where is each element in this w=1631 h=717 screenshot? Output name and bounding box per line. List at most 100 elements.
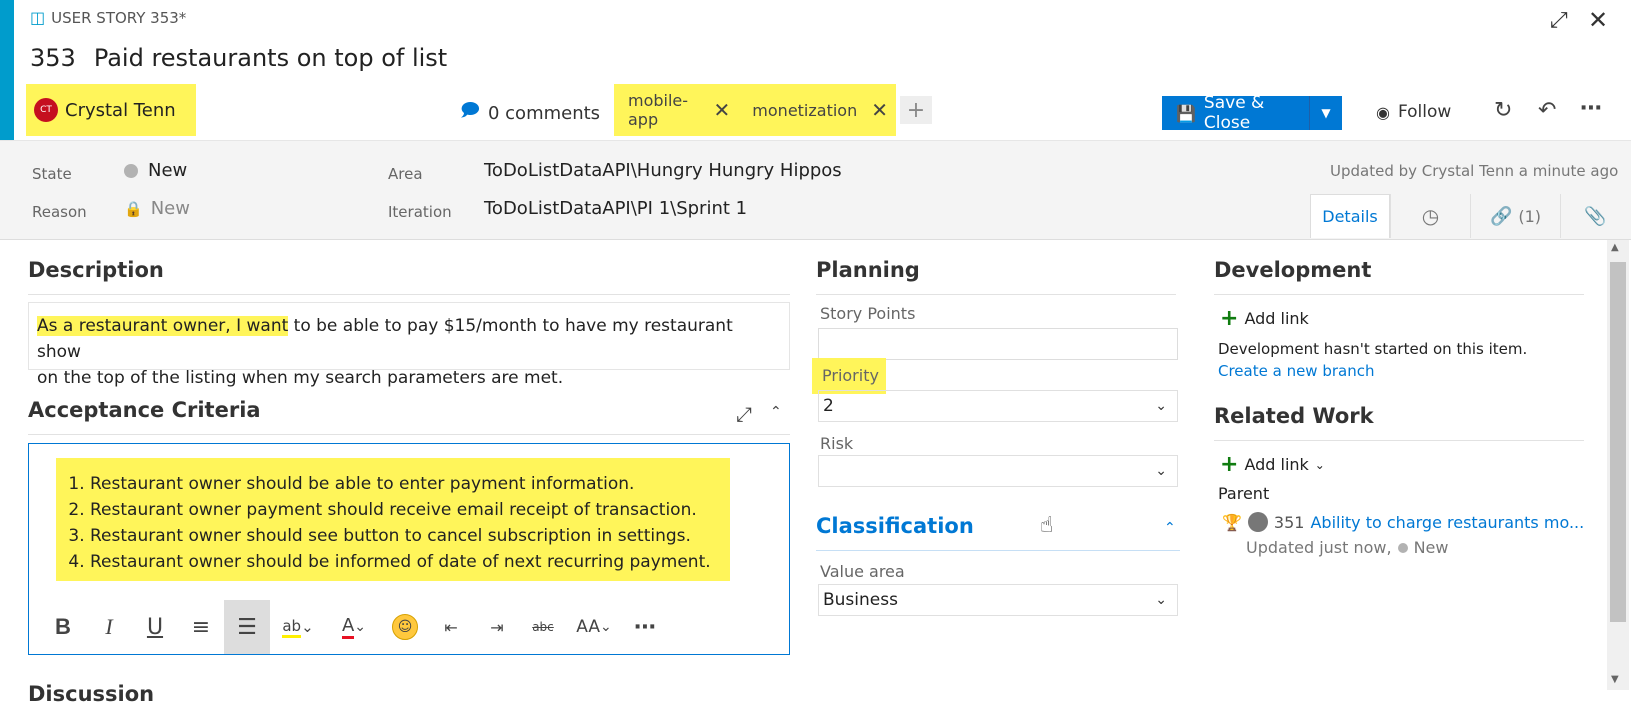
reason-field: 🔒 New <box>124 198 190 219</box>
comments-label: 0 comments <box>487 102 601 124</box>
attachment-icon: 📎 <box>1584 205 1607 227</box>
work-item-id: 353 <box>30 44 76 72</box>
assignee-name: Crystal Tenn <box>65 99 176 121</box>
parent-status: Updated just now, New <box>1246 538 1448 557</box>
chevron-down-icon: ⌄ <box>1155 592 1167 608</box>
tag-label: monetization <box>752 100 858 120</box>
font-color-icon[interactable]: A ⌄ <box>326 600 382 654</box>
iteration-label: Iteration <box>388 203 452 221</box>
book-icon: ◫ <box>30 8 46 27</box>
trophy-icon: 🏆 <box>1222 512 1242 532</box>
save-icon: 💾 <box>1176 103 1196 123</box>
close-icon[interactable]: ✕ <box>1588 6 1608 34</box>
discussion-title: Discussion <box>28 682 155 706</box>
development-title: Development <box>1214 258 1372 282</box>
collapse-icon[interactable]: ⌃ <box>1164 520 1176 536</box>
work-item-title-row: 353 Paid restaurants on top of list <box>30 44 447 72</box>
parent-id: 351 <box>1273 512 1305 532</box>
parent-title-link[interactable]: Ability to charge restaurants mo... <box>1310 513 1584 532</box>
tag-label: mobile-app <box>628 91 689 129</box>
follow-button[interactable]: ◉ Follow <box>1376 102 1451 122</box>
add-tag-button[interactable]: + <box>900 96 932 124</box>
assigned-to-field[interactable]: CT Crystal Tenn <box>26 84 196 136</box>
underline-icon[interactable]: U <box>132 600 178 654</box>
list-item: Restaurant owner payment should receive … <box>90 497 730 523</box>
more-options-icon[interactable]: ⋯ <box>622 600 668 654</box>
work-item-title[interactable]: Paid restaurants on top of list <box>94 44 447 72</box>
dev-add-link-button[interactable]: + Add link <box>1220 306 1309 331</box>
expand-icon[interactable]: ⤢ <box>1550 8 1568 33</box>
parent-updated: Updated just now, <box>1246 538 1392 557</box>
chevron-down-icon: ⌄ <box>1155 398 1167 414</box>
divider <box>1214 294 1584 295</box>
add-icon: + <box>1220 452 1239 477</box>
state-field[interactable]: New <box>124 160 187 181</box>
description-editor[interactable]: As a restaurant owner, I want to be able… <box>28 302 790 388</box>
tab-details[interactable]: Details <box>1310 194 1390 238</box>
outdent-icon[interactable]: ⇤ <box>428 600 474 654</box>
description-highlight: As a restaurant owner, I want <box>37 316 289 336</box>
priority-value: 2 <box>823 396 834 416</box>
emoji-icon[interactable]: ☺ <box>382 600 428 654</box>
highlight-icon[interactable]: ab ⌄ <box>270 600 326 654</box>
remove-tag-icon[interactable]: ✕ <box>871 98 888 122</box>
value-area-select[interactable]: Business ⌄ <box>818 584 1178 616</box>
indent-icon[interactable]: ⇥ <box>474 600 520 654</box>
scroll-down-icon[interactable]: ▼ <box>1611 674 1619 685</box>
area-value[interactable]: ToDoListDataAPI\Hungry Hungry Hippos <box>484 160 842 181</box>
reason-value: New <box>150 198 190 219</box>
list-item: Restaurant owner should be informed of d… <box>90 549 730 575</box>
save-options-dropdown[interactable]: ▼ <box>1309 96 1342 130</box>
list-item: Restaurant owner should be able to enter… <box>90 471 730 497</box>
tag-mobile-app: mobile-app ✕ <box>620 87 738 133</box>
save-label: Save & Close <box>1203 93 1265 133</box>
story-points-label: Story Points <box>820 304 916 323</box>
italic-icon[interactable]: I <box>86 600 132 654</box>
divider <box>28 294 790 295</box>
create-branch-link[interactable]: Create a new branch <box>1218 362 1374 380</box>
parent-state: New <box>1413 538 1449 557</box>
tab-attachments[interactable]: 📎 <box>1560 194 1630 238</box>
development-status: Development hasn't started on this item. <box>1218 340 1528 358</box>
add-link-label: Add link <box>1244 455 1309 474</box>
divider <box>816 550 1180 551</box>
more-icon[interactable]: ⋯ <box>1580 96 1602 121</box>
rich-text-toolbar: B I U ≡ ☰ ab ⌄ A ⌄ ☺ ⇤ ⇥ abc AA ⌄ ⋯ <box>40 600 668 654</box>
bold-icon[interactable]: B <box>40 600 86 654</box>
scroll-up-icon[interactable]: ▲ <box>1611 242 1619 253</box>
work-item-type-label: USER STORY 353* <box>51 8 187 27</box>
priority-select[interactable]: 2 ⌄ <box>818 390 1178 422</box>
remove-tag-icon[interactable]: ✕ <box>714 98 731 122</box>
description-title: Description <box>28 258 164 282</box>
planning-title: Planning <box>816 258 920 282</box>
add-icon: + <box>1220 306 1239 331</box>
chevron-down-icon: ⌄ <box>1155 463 1167 479</box>
tab-history[interactable]: ◷ <box>1390 194 1470 238</box>
bullet-list-icon[interactable]: ≡ <box>178 600 224 654</box>
avatar: CT <box>34 98 58 122</box>
font-size-icon[interactable]: AA ⌄ <box>566 600 622 654</box>
links-count: (1) <box>1518 206 1542 226</box>
numbered-list-icon[interactable]: ☰ <box>224 600 270 654</box>
related-add-link-button[interactable]: + Add link ⌄ <box>1220 452 1325 477</box>
strikethrough-icon[interactable]: abc <box>520 600 566 654</box>
story-points-input[interactable] <box>818 328 1178 360</box>
eye-icon: ◉ <box>1376 102 1390 122</box>
comments-link[interactable]: 🗩 0 comments <box>460 98 600 128</box>
scrollbar-thumb[interactable] <box>1610 262 1626 622</box>
divider <box>1214 440 1584 441</box>
undo-icon[interactable]: ↶ <box>1538 98 1556 123</box>
refresh-icon[interactable]: ↻ <box>1494 98 1512 123</box>
risk-select[interactable]: ⌄ <box>818 455 1178 487</box>
collapse-icon[interactable]: ⌃ <box>770 404 782 420</box>
tab-details-label: Details <box>1322 207 1378 226</box>
parent-item[interactable]: 🏆 351 Ability to charge restaurants mo..… <box>1222 512 1584 532</box>
tab-links[interactable]: 🔗 (1) <box>1470 194 1560 238</box>
reason-label: Reason <box>32 203 87 221</box>
classification-title[interactable]: Classification <box>816 514 974 538</box>
iteration-value[interactable]: ToDoListDataAPI\PI 1\Sprint 1 <box>484 198 747 219</box>
value-area-value: Business <box>823 590 898 610</box>
tab-strip: Details ◷ 🔗 (1) 📎 <box>1310 194 1630 238</box>
save-close-button[interactable]: 💾 Save & Close ▼ <box>1162 93 1342 133</box>
maximize-icon[interactable]: ⤢ <box>736 402 752 426</box>
